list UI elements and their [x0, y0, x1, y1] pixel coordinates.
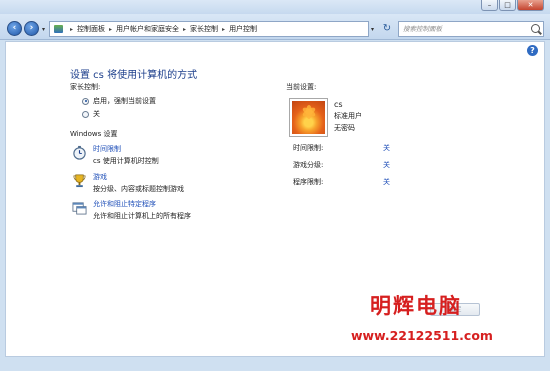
avatar — [289, 98, 328, 137]
user-info: cs 标准用户 无密码 — [334, 100, 362, 133]
search-input[interactable]: 搜索控制面板 — [398, 21, 544, 37]
option-off-label: 关 — [93, 110, 100, 118]
close-button[interactable]: ✕ — [517, 0, 544, 11]
stopwatch-icon — [73, 145, 86, 160]
back-arrow-icon: ‹ — [12, 23, 17, 33]
chevron-right-icon: ▸ — [222, 25, 226, 33]
parental-controls-label: 家长控制: — [70, 83, 101, 91]
time-limit-label: 时间限制: — [293, 144, 324, 152]
forward-button[interactable]: › — [24, 21, 39, 36]
page-title: 设置 cs 将使用计算机的方式 — [70, 70, 198, 81]
chevron-right-icon: ▸ — [70, 25, 74, 33]
help-icon[interactable]: ? — [527, 45, 538, 56]
game-rating-value: 关 — [383, 161, 390, 169]
maximize-button[interactable]: □ — [499, 0, 516, 11]
radio-selected[interactable] — [82, 97, 89, 105]
time-limits-link[interactable]: 时间限制 — [93, 144, 159, 154]
games-link[interactable]: 游戏 — [93, 172, 184, 182]
breadcrumb-parental-controls[interactable]: 家长控制 — [190, 24, 218, 34]
trophy-icon — [73, 174, 86, 188]
recent-pages-dropdown[interactable]: ▾ — [42, 26, 45, 33]
option-enforce[interactable]: 启用，强制当前设置 — [82, 96, 156, 106]
watermark-url: www.22122511.com — [351, 328, 493, 343]
refresh-button[interactable]: ↻ — [380, 22, 394, 36]
control-panel-icon — [54, 25, 63, 33]
program-limit-row: 程序限制: 关 — [293, 177, 393, 187]
forward-arrow-icon: › — [29, 23, 34, 33]
windows-settings-label: Windows 设置 — [70, 130, 118, 138]
flower-picture — [292, 101, 325, 134]
search-placeholder: 搜索控制面板 — [403, 25, 442, 33]
program-window-icon — [72, 202, 87, 215]
time-limit-row: 时间限制: 关 — [293, 143, 393, 153]
game-rating-row: 游戏分级: 关 — [293, 160, 393, 170]
title-bar: – □ ✕ — [0, 0, 550, 14]
radio-unselected[interactable] — [82, 110, 89, 118]
address-bar[interactable]: ▸ 控制面板 ▸ 用户帐户和家庭安全 ▸ 家长控制 ▸ 用户控制 — [49, 21, 369, 37]
program-limit-label: 程序限制: — [293, 178, 324, 186]
game-rating-label: 游戏分级: — [293, 161, 324, 169]
chevron-right-icon: ▸ — [183, 25, 187, 33]
setting-games: 游戏 按分级、内容或标题控制游戏 — [72, 172, 184, 194]
user-type: 标准用户 — [334, 112, 362, 120]
search-icon[interactable] — [531, 24, 540, 33]
minimize-button[interactable]: – — [481, 0, 498, 11]
option-enforce-label: 启用，强制当前设置 — [93, 97, 156, 105]
programs-description: 允许和阻止计算机上的所有程序 — [93, 212, 191, 220]
navigation-bar: ‹ › ▾ ▸ 控制面板 ▸ 用户帐户和家庭安全 ▸ 家长控制 ▸ 用户控制 ▾… — [0, 14, 550, 40]
address-dropdown[interactable]: ▾ — [371, 26, 374, 33]
current-settings-label: 当前设置: — [286, 83, 317, 91]
setting-time-limits: 时间限制 cs 使用计算机时控制 — [72, 144, 159, 166]
password-status: 无密码 — [334, 124, 355, 132]
breadcrumb-control-panel[interactable]: 控制面板 — [77, 24, 105, 34]
option-off[interactable]: 关 — [82, 109, 100, 119]
time-limits-description: cs 使用计算机时控制 — [93, 157, 159, 165]
chevron-right-icon: ▸ — [109, 25, 113, 33]
program-limit-value: 关 — [383, 178, 390, 186]
breadcrumb-user-controls[interactable]: 用户控制 — [229, 24, 257, 34]
setting-programs: 允许和阻止特定程序 允许和阻止计算机上的所有程序 — [72, 199, 191, 221]
breadcrumb-user-accounts[interactable]: 用户帐户和家庭安全 — [116, 24, 179, 34]
window-controls: – □ ✕ — [481, 0, 544, 12]
back-button[interactable]: ‹ — [7, 21, 22, 36]
time-limit-value: 关 — [383, 144, 390, 152]
programs-link[interactable]: 允许和阻止特定程序 — [93, 199, 191, 209]
games-description: 按分级、内容或标题控制游戏 — [93, 185, 184, 193]
refresh-icon: ↻ — [382, 23, 392, 34]
user-name: cs — [334, 100, 343, 109]
watermark-brand: 明辉电脑 — [370, 294, 462, 318]
